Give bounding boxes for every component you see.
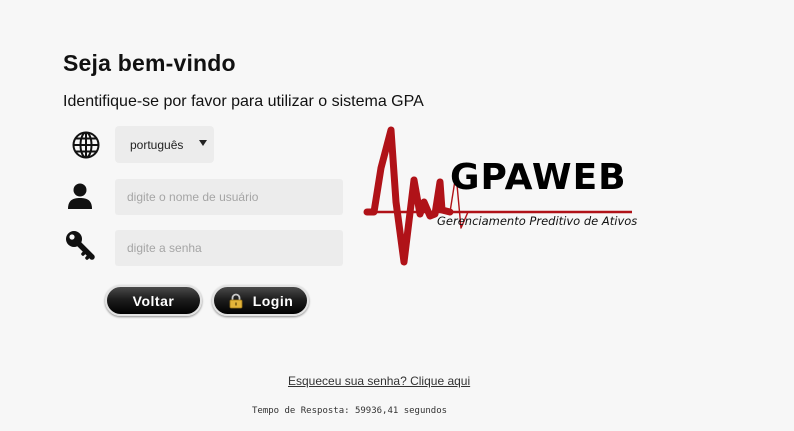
forgot-password-link[interactable]: Esqueceu sua senha? Clique aqui xyxy=(288,374,470,388)
globe-icon xyxy=(70,129,102,161)
chevron-down-icon xyxy=(199,140,207,146)
page-title: Seja bem-vindo xyxy=(63,50,236,76)
login-button-label: Login xyxy=(252,292,294,309)
language-select-value: português xyxy=(130,137,184,152)
language-select[interactable]: português xyxy=(115,126,214,163)
password-input[interactable] xyxy=(115,230,343,266)
lock-icon xyxy=(228,293,244,309)
page-subtitle: Identifique-se por favor para utilizar o… xyxy=(63,93,424,110)
user-icon xyxy=(64,181,96,213)
key-icon xyxy=(64,229,96,261)
gpaweb-logo: GPAWEB Gerenciamento Preditivo de Ativos xyxy=(360,122,640,270)
login-button[interactable]: Login xyxy=(212,285,309,316)
logo-name: GPAWEB xyxy=(450,157,627,198)
back-button-label: Voltar xyxy=(132,292,175,309)
back-button[interactable]: Voltar xyxy=(105,285,202,316)
logo-tagline: Gerenciamento Preditivo de Ativos xyxy=(437,214,638,228)
username-input[interactable] xyxy=(115,179,343,215)
response-time-text: Tempo de Resposta: 59936,41 segundos xyxy=(252,406,448,416)
